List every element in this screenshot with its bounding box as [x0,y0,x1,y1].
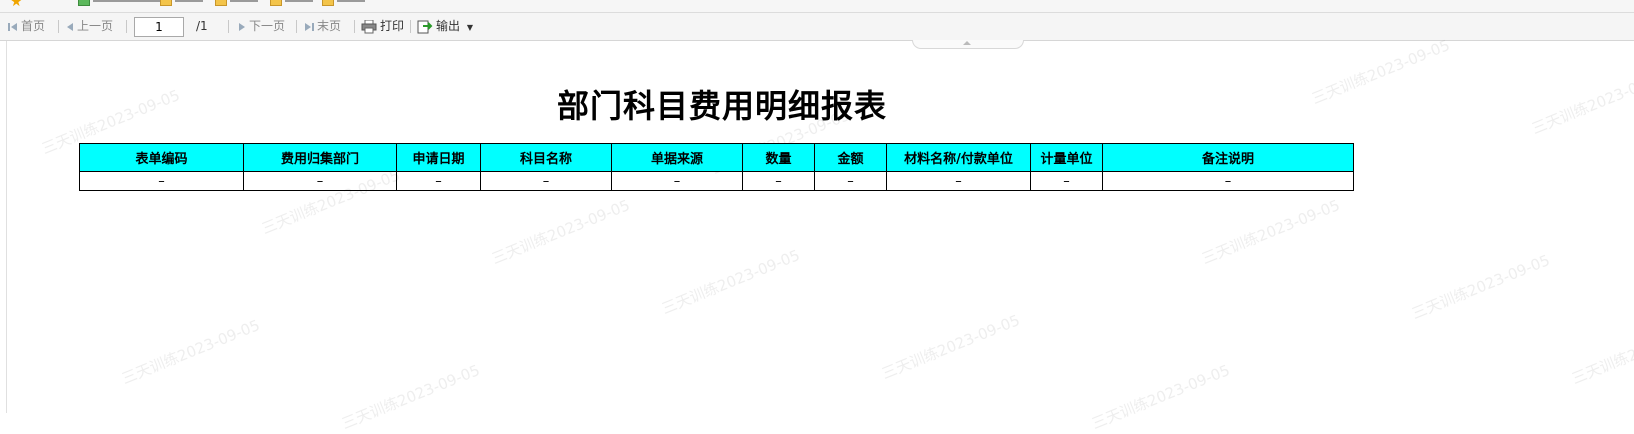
bookmark-icon [78,0,90,6]
table-cell: – [814,171,887,191]
column-header-unit: 计量单位 [1030,143,1103,172]
folder-icon [270,0,282,6]
bookmark-folder[interactable] [215,0,258,6]
export-dropdown[interactable]: 输出 ▼ [417,13,473,40]
column-header-remarks: 备注说明 [1102,143,1354,172]
first-page-label: 首页 [21,19,46,33]
bookmark-folder[interactable] [322,0,365,6]
toolbar-divider [354,20,355,33]
next-page-icon [239,22,245,31]
export-icon [417,20,433,34]
prev-page-button[interactable]: 上一页 [66,13,113,40]
table-cell: – [1102,171,1354,191]
watermark: 三天训练2023-09-05 [1199,196,1343,268]
watermark: 三天训练2023-09-05 [879,311,1023,383]
watermark: 三天训练2023-09-05 [119,316,263,388]
report-toolbar: 首页 上一页 /1 下一页 末页 打印 输出 ▼ [0,13,1634,41]
table-cell: – [480,171,612,191]
prev-page-label: 上一页 [77,19,114,33]
column-header-subject-name: 科目名称 [480,143,612,172]
toolbar-divider [228,20,229,33]
bookmark-folder[interactable] [160,0,203,6]
first-page-icon [8,22,17,31]
printer-icon [361,19,377,33]
column-header-document-source: 单据来源 [611,143,743,172]
print-button[interactable]: 打印 [361,13,404,40]
report-viewport: 三天训练2023-09-05 三天训练2023-09-05 三天训练2023-0… [6,36,1634,433]
next-page-button[interactable]: 下一页 [238,13,285,40]
folder-icon [160,0,172,6]
watermark: 三天训练2023-09-05 [1529,66,1634,138]
last-page-label: 末页 [317,19,342,33]
report-table: 表单编码 费用归集部门 申请日期 科目名称 单据来源 数量 金额 材料名称/付款… [79,143,1354,191]
watermark: 三天训练2023-09-05 [1409,251,1553,323]
last-page-button[interactable]: 末页 [304,13,341,40]
export-label: 输出 [436,19,461,33]
table-cell: – [79,171,244,191]
column-header-apply-date: 申请日期 [396,143,481,172]
watermark: 三天训练2023-09-05 [1569,316,1634,388]
toolbar-divider [126,20,127,33]
column-header-department: 费用归集部门 [243,143,397,172]
page-total: /1 [196,19,208,33]
first-page-button[interactable]: 首页 [8,13,45,40]
table-cell: – [611,171,743,191]
table-header-row: 表单编码 费用归集部门 申请日期 科目名称 单据来源 数量 金额 材料名称/付款… [79,143,1354,172]
bookmarks-bar: ★ [0,0,1634,13]
report-title: 部门科目费用明细报表 [556,87,887,125]
toolbar-divider [296,20,297,33]
last-page-icon [305,22,314,31]
next-page-label: 下一页 [249,19,286,33]
table-cell: – [243,171,397,191]
toolbar-divider [58,20,59,33]
table-cell: – [1030,171,1103,191]
column-header-amount: 金额 [814,143,887,172]
column-header-material-payee: 材料名称/付款单位 [886,143,1031,172]
print-label: 打印 [380,19,405,33]
watermark: 三天训练2023-09-05 [489,196,633,268]
table-cell: – [742,171,815,191]
table-row: – – – – – – – – – – [79,171,1354,191]
bookmark-item[interactable] [78,0,163,6]
table-cell: – [396,171,481,191]
column-header-form-code: 表单编码 [79,143,244,172]
folder-icon [322,0,334,6]
caret-down-icon: ▼ [466,23,473,32]
column-header-quantity: 数量 [742,143,815,172]
watermark: 三天训练2023-09-05 [659,246,803,318]
folder-icon [215,0,227,6]
table-cell: – [886,171,1031,191]
bookmark-folder[interactable] [270,0,313,6]
prev-page-icon [67,22,73,31]
toolbar-divider [410,20,411,33]
watermark: 三天训练2023-09-05 [1089,361,1233,433]
collapse-toolbar-handle[interactable] [912,40,1024,49]
page-number-input[interactable] [134,17,184,37]
star-icon[interactable]: ★ [10,0,23,10]
watermark: 三天训练2023-09-05 [339,361,483,433]
